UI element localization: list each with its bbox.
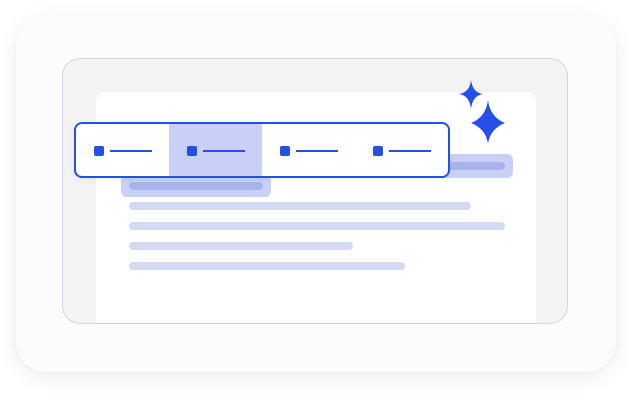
toolbar-button[interactable] xyxy=(76,124,169,176)
format-icon xyxy=(94,146,104,156)
format-icon xyxy=(373,146,383,156)
toolbar-button-selected[interactable] xyxy=(169,124,262,176)
toolbar-button[interactable] xyxy=(262,124,355,176)
sparkle-small xyxy=(459,80,483,109)
sparkle-icon xyxy=(459,80,505,144)
text-line xyxy=(129,222,505,230)
format-icon xyxy=(187,146,197,156)
toolbar-button[interactable] xyxy=(355,124,448,176)
selected-text-line xyxy=(129,182,263,190)
toolbar-button-label-placeholder xyxy=(110,150,152,152)
illustration xyxy=(0,0,640,400)
toolbar-button-label-placeholder xyxy=(203,150,245,152)
text-line xyxy=(129,242,353,250)
sparkle-large xyxy=(471,100,505,144)
toolbar-button-label-placeholder xyxy=(296,150,338,152)
toolbar-button-label-placeholder xyxy=(389,150,431,152)
text-line xyxy=(129,202,471,210)
formatting-toolbar xyxy=(74,122,450,178)
text-line xyxy=(129,262,405,270)
format-icon xyxy=(280,146,290,156)
